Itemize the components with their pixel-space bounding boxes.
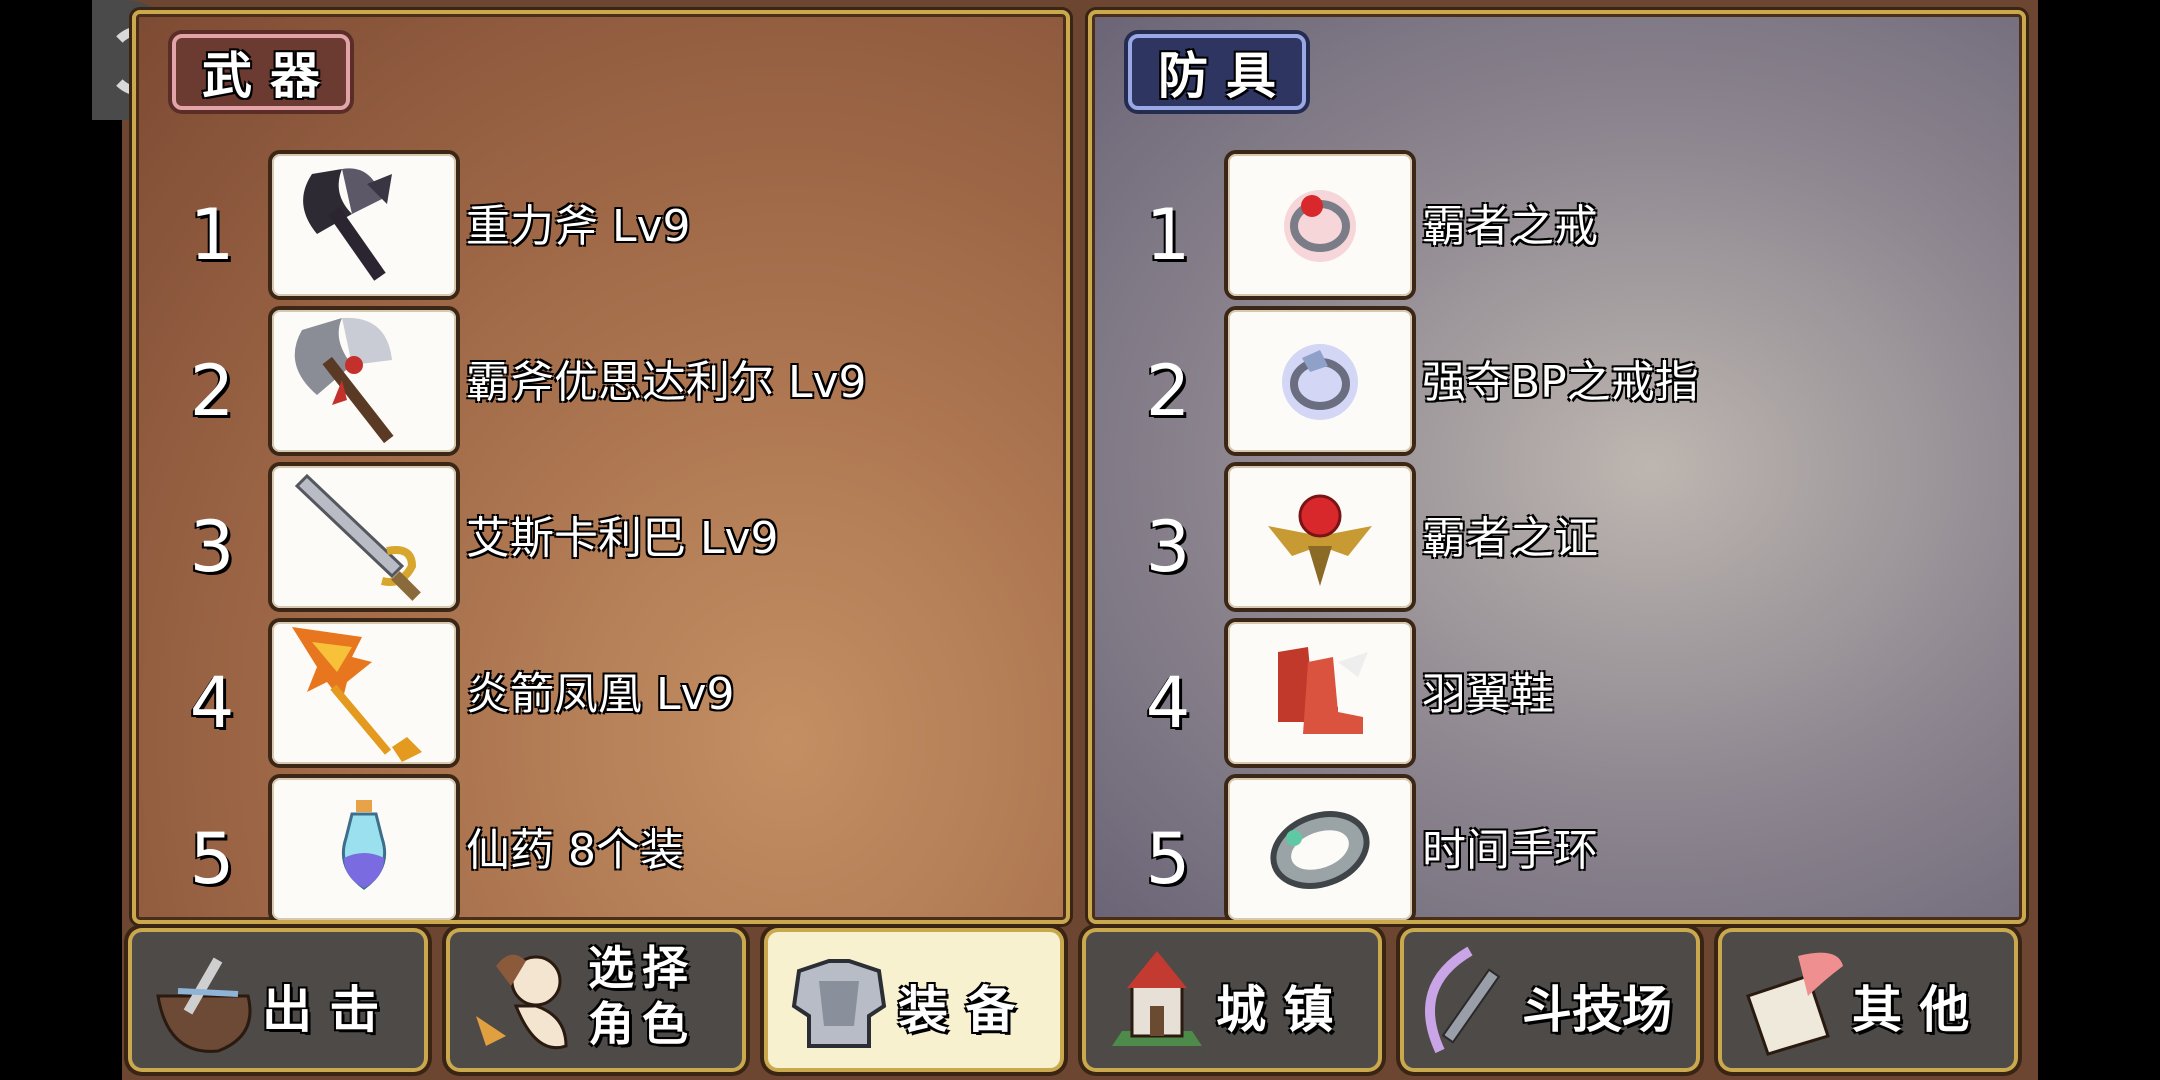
armor-slot-4[interactable]: 4 羽翼鞋 [1092,622,2022,768]
armor-panel: 防具 1 霸者之戒 2 强夺BP之戒指 3 霸者之证 4 羽翼鞋 5 时间手环 [1088,10,2026,924]
nav-label-line: 选择 [588,941,696,995]
item-name: 羽翼鞋 [1422,669,1554,720]
emblem-icon [1228,466,1412,608]
nav-label: 装 备 [898,981,1016,1039]
weapon-slot-1[interactable]: 1 重力斧 Lv9 [136,154,1066,300]
sword-icon [272,466,456,608]
castle-icon [1112,951,1202,1046]
item-name: 霸斧优思达利尔 Lv9 [466,357,867,408]
armor-slot-1[interactable]: 1 霸者之戒 [1092,154,2022,300]
battle-axe-icon [272,310,456,452]
game-screen: 武器 1 重力斧 Lv9 2 霸斧优思达利尔 Lv9 3 艾斯卡利巴 Lv9 4… [92,0,2038,1080]
slot-number: 3 [189,506,235,588]
item-name: 重力斧 Lv9 [466,201,691,252]
nav-label: 其 他 [1852,981,1970,1039]
nav-town-button[interactable]: 城 镇 [1086,932,1378,1068]
slot-number: 3 [1145,506,1191,588]
nav-label: 斗技场 [1522,981,1672,1039]
slot-number: 2 [1145,350,1191,432]
weapons-title: 武器 [172,34,350,110]
weapon-slot-4[interactable]: 4 炎箭凤凰 Lv9 [136,622,1066,768]
item-name: 霸者之戒 [1422,201,1598,252]
nav-label: 选择 角色 [588,940,696,1052]
bracelet-icon [1228,778,1412,920]
character-icon [476,954,568,1049]
item-name: 艾斯卡利巴 Lv9 [466,513,779,564]
flame-spear-icon [272,622,456,764]
nav-arena-button[interactable]: 斗技场 [1404,932,1696,1068]
armor-slot-2[interactable]: 2 强夺BP之戒指 [1092,310,2022,456]
nav-label: 城 镇 [1216,981,1334,1039]
scythe-sword-icon [1425,946,1501,1054]
armor-slot-3[interactable]: 3 霸者之证 [1092,466,2022,612]
weapon-slot-3[interactable]: 3 艾斯卡利巴 Lv9 [136,466,1066,612]
weapon-slot-2[interactable]: 2 霸斧优思达利尔 Lv9 [136,310,1066,456]
item-name: 霸者之证 [1422,513,1598,564]
bottom-nav: 出 击 选择 角色 装 备 城 镇 斗技场 其 他 [132,922,2028,1072]
weapon-slot-5[interactable]: 5 仙药 8个装 [136,778,1066,920]
item-name: 时间手环 [1422,825,1598,876]
item-name: 强夺BP之戒指 [1422,357,1699,408]
nav-label-line: 角色 [588,997,696,1051]
nav-equip-button[interactable]: 装 备 [768,932,1060,1068]
slot-number: 5 [1145,818,1191,900]
slot-number: 4 [189,662,235,744]
slot-number: 2 [189,350,235,432]
armor-title: 防具 [1128,34,1306,110]
nav-label: 出 击 [262,981,380,1039]
nav-select-character-button[interactable]: 选择 角色 [450,932,742,1068]
slot-number: 1 [1145,194,1191,276]
blue-ring-icon [1228,310,1412,452]
gravity-axe-icon [272,154,456,296]
armor-slot-5[interactable]: 5 时间手环 [1092,778,2022,920]
potion-icon [272,778,456,920]
winged-boots-icon [1228,622,1412,764]
scroll-quill-icon [1746,952,1843,1056]
slot-number: 1 [189,194,235,276]
pot-icon [156,957,252,1053]
item-name: 仙药 8个装 [466,825,684,876]
slot-number: 4 [1145,662,1191,744]
item-name: 炎箭凤凰 Lv9 [466,669,735,720]
slot-number: 5 [189,818,235,900]
red-ring-icon [1228,154,1412,296]
nav-sortie-button[interactable]: 出 击 [132,932,424,1068]
weapons-panel: 武器 1 重力斧 Lv9 2 霸斧优思达利尔 Lv9 3 艾斯卡利巴 Lv9 4… [132,10,1070,924]
armor-icon [791,959,887,1048]
nav-other-button[interactable]: 其 他 [1722,932,2014,1068]
